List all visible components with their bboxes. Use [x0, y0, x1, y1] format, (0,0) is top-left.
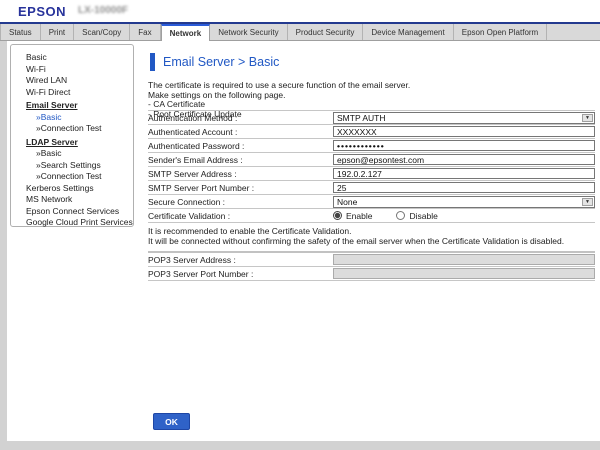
epson-logo: EPSON [18, 4, 66, 19]
form-row-pop3-server-address: POP3 Server Address : [148, 253, 595, 267]
secure-connection-label: Secure Connection : [148, 197, 333, 207]
tab-fax[interactable]: Fax [130, 24, 160, 40]
pop3-server-port-label: POP3 Server Port Number : [148, 269, 333, 279]
sidebar-item-ldap-basic[interactable]: »Basic [11, 148, 133, 160]
certificate-validation-disable-option[interactable]: Disable [396, 211, 437, 221]
certificate-validation-disable-radio[interactable] [396, 211, 405, 220]
sidebar-item-ldap-connection-test[interactable]: »Connection Test [11, 171, 133, 183]
form-row-authenticated-password: Authenticated Password : [148, 139, 595, 153]
form-row-senders-email: Sender's Email Address : [148, 153, 595, 167]
printer-model-name: LX-10000F [78, 5, 128, 16]
authentication-method-select[interactable]: SMTP AUTH ▼ [333, 112, 595, 124]
authentication-method-value: SMTP AUTH [334, 113, 386, 123]
senders-email-label: Sender's Email Address : [148, 155, 333, 165]
secure-connection-value: None [334, 197, 357, 207]
sidebar-item-google-cloud-print-services[interactable]: Google Cloud Print Services [11, 217, 133, 229]
certificate-validation-enable-radio[interactable] [333, 211, 342, 220]
form-row-smtp-server-port: SMTP Server Port Number : [148, 181, 595, 195]
smtp-server-address-label: SMTP Server Address : [148, 169, 333, 179]
smtp-server-port-label: SMTP Server Port Number : [148, 183, 333, 193]
enable-radio-label: Enable [346, 211, 372, 221]
title-accent-bar [150, 53, 155, 71]
page-title: Email Server > Basic [163, 55, 279, 69]
disable-radio-label: Disable [409, 211, 437, 221]
tab-device-management[interactable]: Device Management [363, 24, 453, 40]
sidebar-section-ldap-server[interactable]: LDAP Server [11, 137, 133, 149]
authenticated-password-input[interactable] [333, 140, 595, 151]
tab-print[interactable]: Print [41, 24, 74, 40]
sidebar-item-wired-lan[interactable]: Wired LAN [11, 75, 133, 87]
secure-connection-select[interactable]: None ▼ [333, 196, 595, 208]
sidebar-item-email-server-basic[interactable]: »Basic [11, 112, 133, 124]
sidebar-item-ms-network[interactable]: MS Network [11, 194, 133, 206]
email-server-form: Authentication Method : SMTP AUTH ▼ Auth… [148, 110, 595, 281]
certificate-validation-enable-option[interactable]: Enable [333, 211, 372, 221]
sidebar-item-ldap-search-settings[interactable]: »Search Settings [11, 160, 133, 172]
certificate-validation-label: Certificate Validation : [148, 211, 333, 221]
pop3-server-port-input [333, 268, 595, 279]
form-row-smtp-server-address: SMTP Server Address : [148, 167, 595, 181]
smtp-server-address-input[interactable] [333, 168, 595, 179]
sidebar-item-wifi-direct[interactable]: Wi-Fi Direct [11, 87, 133, 99]
authenticated-account-input[interactable] [333, 126, 595, 137]
authentication-method-label: Authentication Method : [148, 113, 333, 123]
smtp-server-port-input[interactable] [333, 182, 595, 193]
sidebar-item-wifi[interactable]: Wi-Fi [11, 64, 133, 76]
sidebar-menu: Basic Wi-Fi Wired LAN Wi-Fi Direct Email… [10, 44, 134, 227]
header: EPSON LX-10000F [0, 0, 600, 22]
tab-scan-copy[interactable]: Scan/Copy [74, 24, 130, 40]
tab-network-security[interactable]: Network Security [210, 24, 287, 40]
form-row-secure-connection: Secure Connection : None ▼ [148, 195, 595, 209]
content-panel: Basic Wi-Fi Wired LAN Wi-Fi Direct Email… [7, 41, 600, 441]
web-config-page: EPSON LX-10000F Status Print Scan/Copy F… [0, 0, 600, 450]
tab-product-security[interactable]: Product Security [288, 24, 364, 40]
form-row-pop3-server-port: POP3 Server Port Number : [148, 267, 595, 281]
tab-epson-open-platform[interactable]: Epson Open Platform [454, 24, 547, 40]
form-row-certificate-validation: Certificate Validation : Enable Disable [148, 209, 595, 223]
pop3-server-address-input [333, 254, 595, 265]
authenticated-account-label: Authenticated Account : [148, 127, 333, 137]
dropdown-arrow-icon[interactable]: ▼ [582, 114, 593, 122]
authenticated-password-label: Authenticated Password : [148, 141, 333, 151]
tab-status[interactable]: Status [0, 24, 41, 40]
tab-bar: Status Print Scan/Copy Fax Network Netwo… [0, 24, 600, 41]
form-row-authenticated-account: Authenticated Account : [148, 125, 595, 139]
dropdown-arrow-icon[interactable]: ▼ [582, 198, 593, 206]
form-row-authentication-method: Authentication Method : SMTP AUTH ▼ [148, 111, 595, 125]
certificate-validation-note: It is recommended to enable the Certific… [148, 223, 595, 253]
sidebar-item-epson-connect-services[interactable]: Epson Connect Services [11, 206, 133, 218]
tab-network[interactable]: Network [161, 24, 211, 41]
senders-email-input[interactable] [333, 154, 595, 165]
sidebar-item-email-server-connection-test[interactable]: »Connection Test [11, 123, 133, 135]
note-line: It will be connected without confirming … [148, 237, 595, 247]
ok-button[interactable]: OK [153, 413, 190, 430]
pop3-server-address-label: POP3 Server Address : [148, 255, 333, 265]
sidebar-item-kerberos-settings[interactable]: Kerberos Settings [11, 183, 133, 195]
sidebar-item-basic[interactable]: Basic [11, 52, 133, 64]
sidebar-section-email-server[interactable]: Email Server [11, 100, 133, 112]
